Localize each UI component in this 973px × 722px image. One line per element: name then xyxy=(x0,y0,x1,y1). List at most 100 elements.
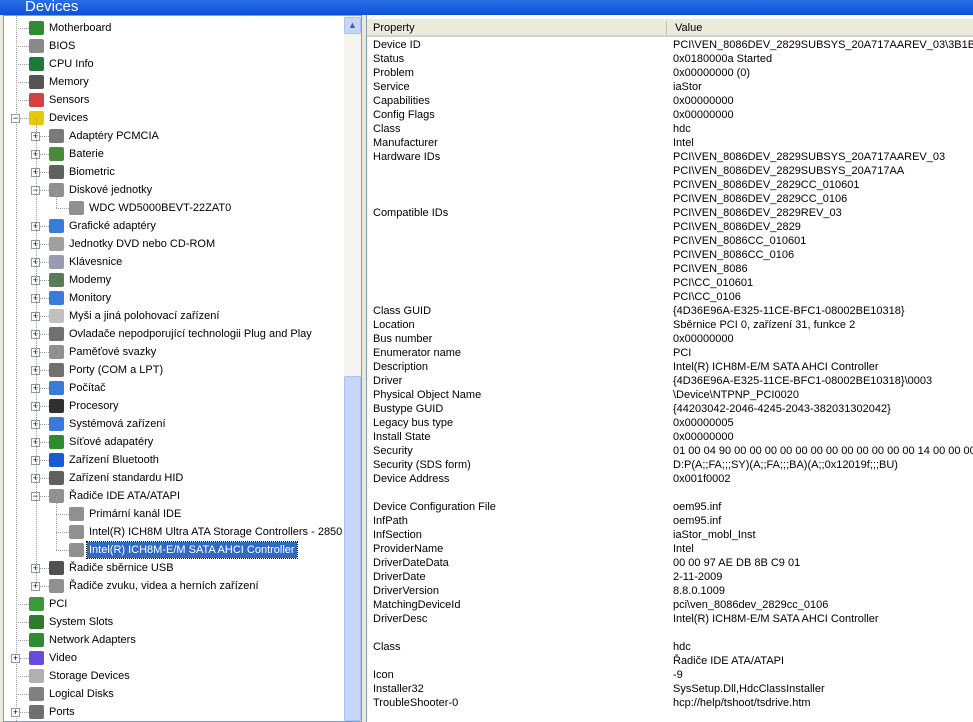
property-row[interactable]: Device ID PCI\VEN_8086DEV_2829SUBSYS_20A7… xyxy=(367,38,973,52)
property-row[interactable]: Config Flags 0x00000000 xyxy=(367,108,973,122)
property-row[interactable]: Capabilities 0x00000000 xyxy=(367,94,973,108)
column-header-property[interactable]: Property xyxy=(373,19,415,37)
property-row[interactable]: Physical Object Name \Device\NTPNP_PCI002… xyxy=(367,388,973,402)
tree-node[interactable]: + Paměťové svazky xyxy=(4,343,344,361)
property-row[interactable]: Compatible IDs PCI\VEN_8086DEV_2829REV_03 xyxy=(367,206,973,220)
tree-node[interactable]: CPU Info xyxy=(4,55,344,73)
tree-node[interactable]: + Zařízení Bluetooth xyxy=(4,451,344,469)
property-row[interactable]: PCI\VEN_8086DEV_2829CC_0106 xyxy=(367,192,973,206)
tree-node[interactable]: + Řadiče zvuku, videa a herních zařízení xyxy=(4,577,344,595)
property-row[interactable]: Status 0x0180000a Started xyxy=(367,52,973,66)
collapse-icon[interactable]: − xyxy=(11,114,20,123)
column-header-value[interactable]: Value xyxy=(675,19,702,37)
property-row[interactable]: Device Configuration File oem95.inf xyxy=(367,500,973,514)
property-row[interactable]: Bus number 0x00000000 xyxy=(367,332,973,346)
non-pnp-icon xyxy=(49,327,64,341)
tree-node[interactable]: Motherboard xyxy=(4,19,344,37)
tree-node[interactable]: + Ports xyxy=(4,703,344,721)
tree-vertical-scrollbar[interactable]: ▲ xyxy=(344,16,361,721)
tree-node[interactable]: Intel(R) ICH8M-E/M SATA AHCI Controller xyxy=(4,541,344,559)
property-row[interactable] xyxy=(367,626,973,640)
property-row[interactable]: Driver {4D36E96A-E325-11CE-BFC1-08002BE10… xyxy=(367,374,973,388)
property-row[interactable]: Class hdc xyxy=(367,122,973,136)
property-row[interactable]: Install State 0x00000000 xyxy=(367,430,973,444)
expand-icon[interactable]: + xyxy=(11,654,20,663)
tree-node[interactable]: + Počítač xyxy=(4,379,344,397)
tree-node[interactable]: + Klávesnice xyxy=(4,253,344,271)
property-row[interactable]: PCI\VEN_8086DEV_2829 xyxy=(367,220,973,234)
tree-node[interactable]: + Modemy xyxy=(4,271,344,289)
tree-node[interactable]: + Biometric xyxy=(4,163,344,181)
property-row[interactable]: PCI\VEN_8086DEV_2829CC_010601 xyxy=(367,178,973,192)
tree-node[interactable]: + Monitory xyxy=(4,289,344,307)
tree-node[interactable]: WDC WD5000BEVT-22ZAT0 xyxy=(4,199,344,217)
property-row[interactable]: PCI\CC_010601 xyxy=(367,276,973,290)
property-row[interactable]: Legacy bus type 0x00000005 xyxy=(367,416,973,430)
property-row[interactable]: Bustype GUID {44203042-2046-4245-2043-382… xyxy=(367,402,973,416)
tree-node[interactable]: + Grafické adaptéry xyxy=(4,217,344,235)
tree-node[interactable]: − Řadiče IDE ATA/ATAPI xyxy=(4,487,344,505)
property-row[interactable]: Class hdc xyxy=(367,640,973,654)
tree-node[interactable]: + Zařízení standardu HID xyxy=(4,469,344,487)
property-row[interactable]: Problem 0x00000000 (0) xyxy=(367,66,973,80)
property-row[interactable]: ProviderName Intel xyxy=(367,542,973,556)
property-row[interactable]: Class GUID {4D36E96A-E325-11CE-BFC1-08002… xyxy=(367,304,973,318)
property-row[interactable]: TroubleShooter-0 hcp://help/tshoot/tsdriv… xyxy=(367,696,973,710)
tree-node[interactable]: BIOS xyxy=(4,37,344,55)
tree-node[interactable]: Storage Devices xyxy=(4,667,344,685)
property-row[interactable]: PCI\VEN_8086CC_0106 xyxy=(367,248,973,262)
monitor-icon xyxy=(49,291,64,305)
property-row[interactable]: InfPath oem95.inf xyxy=(367,514,973,528)
scrollbar-thumb[interactable] xyxy=(344,376,361,721)
property-row[interactable]: Description Intel(R) ICH8M-E/M SATA AHCI … xyxy=(367,360,973,374)
property-value: {44203042-2046-4245-2043-382031302042} xyxy=(673,403,891,415)
property-row[interactable]: Hardware IDs PCI\VEN_8086DEV_2829SUBSYS_2… xyxy=(367,150,973,164)
tree-node[interactable]: + Ovladače nepodporující technologii Plug… xyxy=(4,325,344,343)
tree-node[interactable]: + Video xyxy=(4,649,344,667)
tree-node[interactable]: Intel(R) ICH8M Ultra ATA Storage Control… xyxy=(4,523,344,541)
property-row[interactable]: Security (SDS form) D:P(A;;FA;;;SY)(A;;FA… xyxy=(367,458,973,472)
tree-node[interactable]: + Adaptéry PCMCIA xyxy=(4,127,344,145)
property-row[interactable]: DriverDesc Intel(R) ICH8M-E/M SATA AHCI C… xyxy=(367,612,973,626)
tree-node[interactable]: Sensors xyxy=(4,91,344,109)
property-row[interactable]: DriverVersion 8.8.0.1009 xyxy=(367,584,973,598)
tree-node[interactable]: PCI xyxy=(4,595,344,613)
tree-node[interactable]: Memory xyxy=(4,73,344,91)
property-row[interactable]: PCI\VEN_8086DEV_2829SUBSYS_20A717AA xyxy=(367,164,973,178)
property-row[interactable]: PCI\CC_0106 xyxy=(367,290,973,304)
tree-node[interactable]: + Porty (COM a LPT) xyxy=(4,361,344,379)
property-row[interactable]: Location Sběrnice PCI 0, zařízení 31, fun… xyxy=(367,318,973,332)
property-row[interactable]: Service iaStor xyxy=(367,80,973,94)
tree-node[interactable]: System Slots xyxy=(4,613,344,631)
property-row[interactable]: Security 01 00 04 90 00 00 00 00 00 00 00… xyxy=(367,444,973,458)
property-row[interactable]: InfSection iaStor_mobl_Inst xyxy=(367,528,973,542)
tree-node[interactable]: Logical Disks xyxy=(4,685,344,703)
property-row[interactable]: Řadiče IDE ATA/ATAPI xyxy=(367,654,973,668)
tree-node[interactable]: + Baterie xyxy=(4,145,344,163)
expand-icon[interactable]: + xyxy=(11,708,20,717)
scroll-up-arrow-icon[interactable]: ▲ xyxy=(344,17,361,34)
tree-node[interactable]: + Řadiče sběrnice USB xyxy=(4,559,344,577)
property-row[interactable]: Icon -9 xyxy=(367,668,973,682)
property-row[interactable]: Enumerator name PCI xyxy=(367,346,973,360)
property-row[interactable]: DriverDateData 00 00 97 AE DB 8B C9 01 xyxy=(367,556,973,570)
property-row[interactable]: DriverDate 2-11-2009 xyxy=(367,570,973,584)
property-row[interactable] xyxy=(367,486,973,500)
property-row[interactable]: Installer32 SysSetup.Dll,HdcClassInstalle… xyxy=(367,682,973,696)
property-row[interactable]: PCI\VEN_8086 xyxy=(367,262,973,276)
property-row[interactable]: Device Address 0x001f0002 xyxy=(367,472,973,486)
property-row[interactable]: PCI\VEN_8086CC_010601 xyxy=(367,234,973,248)
tree-node[interactable]: Network Adapters xyxy=(4,631,344,649)
tree-node[interactable]: + Jednotky DVD nebo CD-ROM xyxy=(4,235,344,253)
tree-node[interactable]: + Procesory xyxy=(4,397,344,415)
property-row[interactable]: Manufacturer Intel xyxy=(367,136,973,150)
tree-node[interactable]: Primární kanál IDE xyxy=(4,505,344,523)
tree-node[interactable]: − Diskové jednotky xyxy=(4,181,344,199)
column-divider[interactable] xyxy=(666,21,667,35)
tree-node[interactable]: − Devices xyxy=(4,109,344,127)
tree-node[interactable]: + Síťové adapatéry xyxy=(4,433,344,451)
property-value: Intel xyxy=(673,543,694,555)
tree-node[interactable]: + Systémová zařízení xyxy=(4,415,344,433)
property-row[interactable]: MatchingDeviceId pci\ven_8086dev_2829cc_0… xyxy=(367,598,973,612)
tree-node[interactable]: + Myši a jiná polohovací zařízení xyxy=(4,307,344,325)
